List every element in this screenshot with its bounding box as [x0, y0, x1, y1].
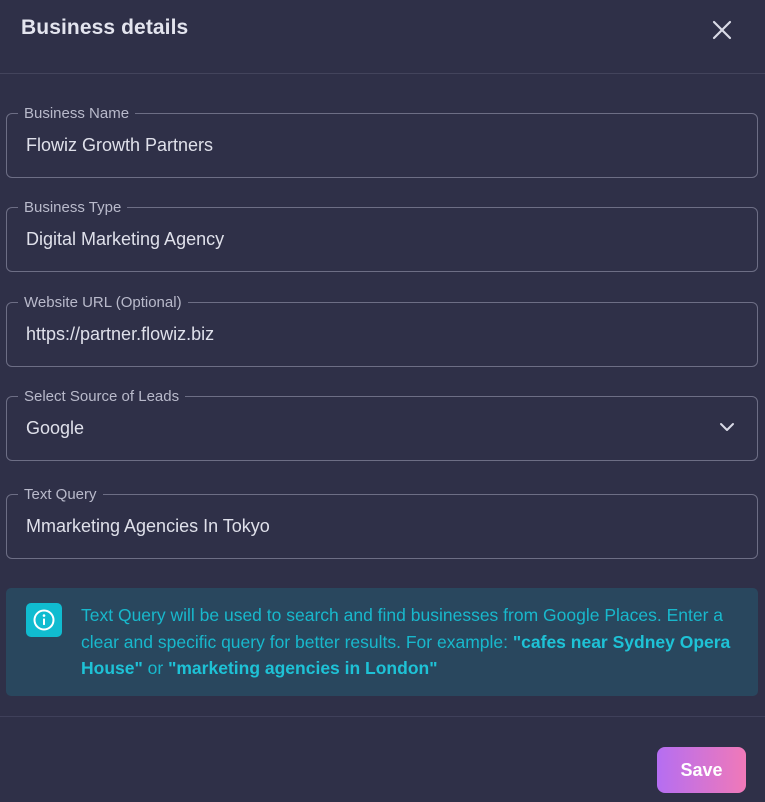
- info-icon: [26, 603, 62, 637]
- business-name-label: Business Name: [18, 105, 136, 122]
- close-icon: [712, 20, 732, 40]
- info-text-part2: or: [142, 658, 169, 678]
- footer-divider: [0, 716, 765, 717]
- chevron-down-icon[interactable]: [719, 421, 735, 433]
- close-button[interactable]: [708, 16, 736, 44]
- business-type-label: Business Type: [18, 199, 128, 216]
- info-example-2: "marketing agencies in London": [168, 658, 438, 678]
- business-details-dialog: Business details Business Name Flowiz Gr…: [0, 0, 765, 802]
- business-name-input[interactable]: Flowiz Growth Partners: [26, 134, 213, 156]
- lead-source-select[interactable]: Select Source of Leads Google: [6, 388, 758, 461]
- website-url-input[interactable]: https://partner.flowiz.biz: [26, 323, 214, 345]
- save-button[interactable]: Save: [657, 747, 746, 793]
- business-name-field[interactable]: Business Name Flowiz Growth Partners: [6, 105, 758, 178]
- website-url-label: Website URL (Optional): [18, 294, 188, 311]
- dialog-header: Business details: [0, 0, 765, 74]
- lead-source-label: Select Source of Leads: [18, 388, 186, 405]
- dialog-title: Business details: [21, 16, 189, 39]
- website-url-field[interactable]: Website URL (Optional) https://partner.f…: [6, 294, 758, 367]
- business-type-field[interactable]: Business Type Digital Marketing Agency: [6, 199, 758, 272]
- text-query-label: Text Query: [18, 486, 103, 503]
- info-alert: Text Query will be used to search and fi…: [6, 588, 758, 696]
- text-query-input[interactable]: Mmarketing Agencies In Tokyo: [26, 515, 270, 537]
- lead-source-value[interactable]: Google: [26, 417, 84, 439]
- info-message: Text Query will be used to search and fi…: [81, 602, 741, 682]
- text-query-field[interactable]: Text Query Mmarketing Agencies In Tokyo: [6, 486, 758, 559]
- business-type-input[interactable]: Digital Marketing Agency: [26, 228, 224, 250]
